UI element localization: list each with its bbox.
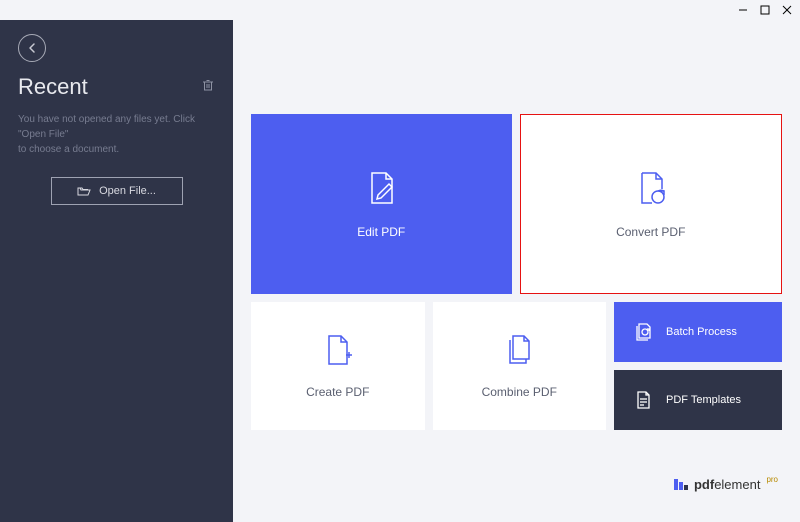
sidebar: Recent You have not opened any files yet…	[0, 20, 233, 522]
tile-batch-label: Batch Process	[666, 326, 737, 338]
recent-header: Recent	[0, 74, 233, 100]
convert-pdf-icon	[632, 169, 670, 207]
tile-create-pdf[interactable]: Create PDF	[251, 302, 425, 430]
titlebar	[0, 0, 800, 20]
tile-templates-label: PDF Templates	[666, 394, 741, 406]
close-button[interactable]	[780, 3, 794, 17]
minimize-button[interactable]	[736, 3, 750, 17]
tile-row-2: Create PDF Combine PDF	[251, 302, 782, 430]
recent-hint: You have not opened any files yet. Click…	[0, 100, 233, 157]
create-pdf-icon	[321, 333, 355, 367]
folder-open-icon	[77, 185, 91, 197]
combine-pdf-icon	[502, 333, 536, 367]
brand-mark-icon	[674, 479, 688, 490]
tile-edit-pdf[interactable]: Edit PDF	[251, 114, 512, 294]
open-file-label: Open File...	[99, 185, 156, 197]
maximize-button[interactable]	[758, 3, 772, 17]
tile-batch-process[interactable]: Batch Process	[614, 302, 782, 362]
tile-column-right: Batch Process PDF Templates	[614, 302, 782, 430]
tile-combine-label: Combine PDF	[482, 385, 557, 399]
tile-create-label: Create PDF	[306, 385, 369, 399]
batch-process-icon	[632, 321, 654, 343]
brand-logo: pdfelement pro	[674, 477, 778, 492]
recent-title: Recent	[18, 74, 88, 100]
hint-line-2: to choose a document.	[18, 142, 215, 157]
open-file-button[interactable]: Open File...	[51, 177, 183, 205]
tile-pdf-templates[interactable]: PDF Templates	[614, 370, 782, 430]
main-area: Edit PDF Convert PDF	[233, 20, 800, 522]
tile-row-1: Edit PDF Convert PDF	[251, 114, 782, 294]
tile-convert-label: Convert PDF	[616, 225, 685, 239]
edit-pdf-icon	[362, 169, 400, 207]
brand-suffix: element	[714, 477, 760, 492]
app-window: Recent You have not opened any files yet…	[0, 0, 800, 522]
tile-grid: Edit PDF Convert PDF	[251, 114, 782, 430]
hint-line-1: You have not opened any files yet. Click…	[18, 112, 215, 142]
chevron-left-icon	[26, 42, 38, 54]
brand-text: pdfelement	[694, 477, 760, 492]
body: Recent You have not opened any files yet…	[0, 20, 800, 522]
tile-edit-label: Edit PDF	[357, 225, 405, 239]
trash-icon[interactable]	[201, 78, 215, 97]
back-button[interactable]	[18, 34, 46, 62]
tile-combine-pdf[interactable]: Combine PDF	[433, 302, 607, 430]
brand-prefix: pdf	[694, 477, 714, 492]
brand-tag: pro	[766, 475, 778, 484]
pdf-templates-icon	[632, 389, 654, 411]
tile-convert-pdf[interactable]: Convert PDF	[520, 114, 783, 294]
